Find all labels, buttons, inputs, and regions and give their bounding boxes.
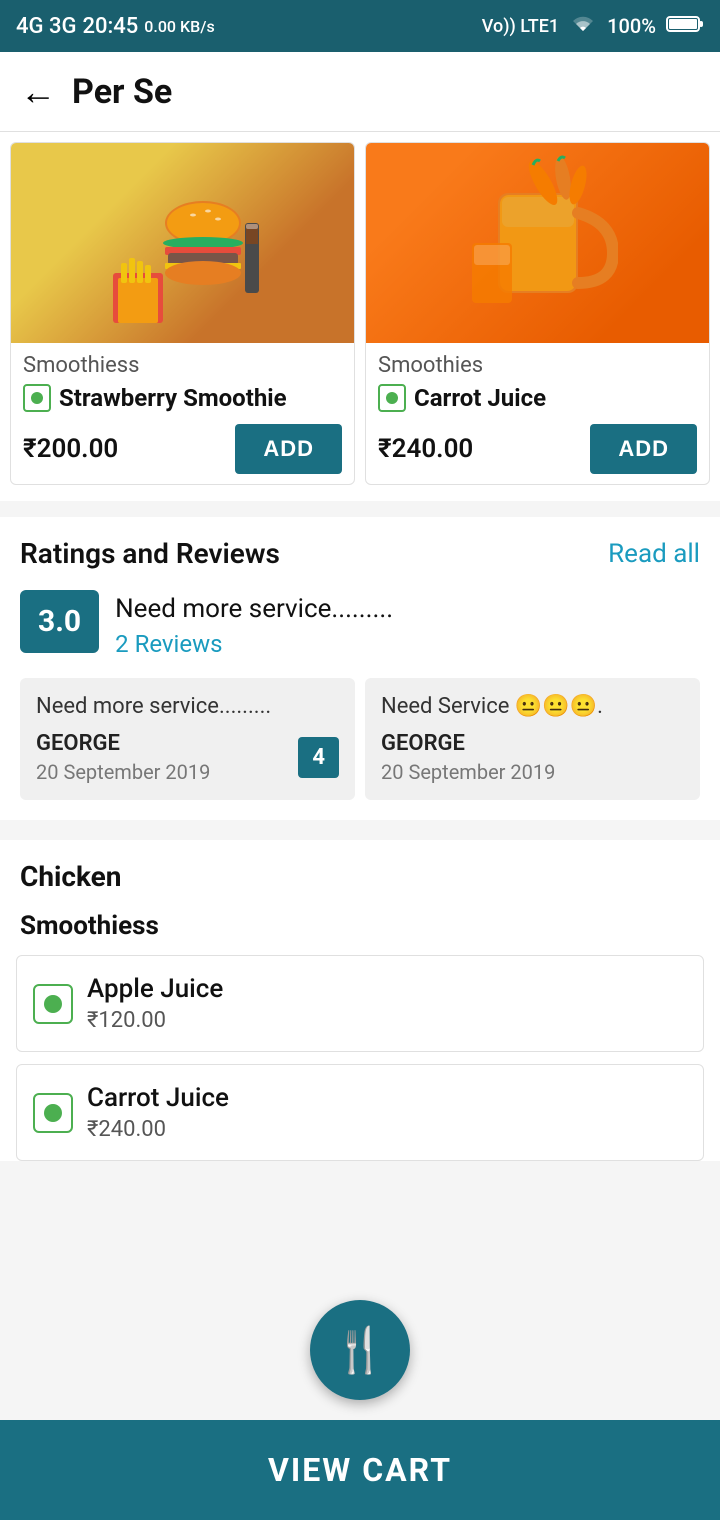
- review-cards-row: Need more service......... GEORGE 20 Sep…: [0, 678, 720, 820]
- menu-item-name-2: Carrot Juice: [87, 1083, 687, 1113]
- menu-veg-icon-2: [33, 1093, 73, 1133]
- card-name-row-2: Carrot Juice: [378, 384, 697, 412]
- battery-percent: 100%: [607, 14, 656, 38]
- review-author-row-2: GEORGE 20 September 2019: [381, 731, 684, 784]
- card-footer-1: ₹200.00 ADD: [23, 424, 342, 474]
- rating-score-badge: 3.0: [20, 590, 99, 653]
- card-category-1: Smoothiess: [23, 353, 342, 378]
- product-card-1: Smoothiess Strawberry Smoothie ₹200.00 A…: [10, 142, 355, 485]
- menu-item-price-2: ₹240.00: [87, 1117, 687, 1142]
- menu-category-section: Chicken Smoothiess Apple Juice ₹120.00 C…: [0, 840, 720, 1161]
- product-price-2: ₹240.00: [378, 434, 473, 464]
- review-count: 2 Reviews: [115, 630, 393, 658]
- wifi-icon: [569, 13, 597, 40]
- review-text-1: Need more service.........: [36, 694, 339, 719]
- review-author-info-1: GEORGE 20 September 2019: [36, 731, 210, 784]
- rating-summary: 3.0 Need more service......... 2 Reviews: [20, 590, 700, 658]
- ratings-section: Ratings and Reviews Read all 3.0 Need mo…: [0, 517, 720, 820]
- product-image-2: [366, 143, 709, 343]
- review-text-2: Need Service 😐😐😐.: [381, 694, 684, 719]
- status-right: Vo)) LTE1 100%: [482, 13, 704, 40]
- signal-lte: Vo)) LTE1: [482, 16, 559, 37]
- review-author-name-2: GEORGE: [381, 731, 555, 756]
- header: ← Per Se: [0, 52, 720, 132]
- fab-icon: 🍴: [333, 1324, 388, 1376]
- status-left: 4G 3G 20:45 0.00 KB/s: [16, 14, 215, 39]
- product-image-1: [11, 143, 354, 343]
- product-cards-row: Smoothiess Strawberry Smoothie ₹200.00 A…: [0, 132, 720, 501]
- status-bar: 4G 3G 20:45 0.00 KB/s Vo)) LTE1 100%: [0, 0, 720, 52]
- ratings-title: Ratings and Reviews: [20, 537, 280, 570]
- back-button[interactable]: ←: [20, 71, 56, 113]
- card-footer-2: ₹240.00 ADD: [378, 424, 697, 474]
- card-body-2: Smoothies Carrot Juice ₹240.00 ADD: [366, 343, 709, 484]
- menu-item-apple-juice[interactable]: Apple Juice ₹120.00: [16, 955, 704, 1052]
- review-date-2: 20 September 2019: [381, 760, 555, 784]
- add-button-1[interactable]: ADD: [235, 424, 342, 474]
- review-rating-1: 4: [298, 737, 339, 778]
- time: 20:45: [82, 14, 138, 39]
- card-body-1: Smoothiess Strawberry Smoothie ₹200.00 A…: [11, 343, 354, 484]
- menu-item-info-1: Apple Juice ₹120.00: [87, 974, 687, 1033]
- product-price-1: ₹200.00: [23, 434, 118, 464]
- veg-icon-1: [23, 384, 51, 412]
- subcategory-smoothiess-title: Smoothiess: [0, 897, 720, 955]
- menu-item-price-1: ₹120.00: [87, 1008, 687, 1033]
- category-chicken-title: Chicken: [0, 840, 720, 897]
- menu-veg-icon-1: [33, 984, 73, 1024]
- veg-dot-2: [386, 392, 398, 404]
- rating-info: Need more service......... 2 Reviews: [115, 590, 393, 658]
- fab-button[interactable]: 🍴: [310, 1300, 410, 1400]
- veg-icon-2: [378, 384, 406, 412]
- review-author-name-1: GEORGE: [36, 731, 210, 756]
- data-speed: 0.00 KB/s: [144, 17, 214, 36]
- product-name-1: Strawberry Smoothie: [59, 384, 287, 412]
- menu-veg-dot-2: [44, 1104, 62, 1122]
- review-author-info-2: GEORGE 20 September 2019: [381, 731, 555, 784]
- network-signal: 4G 3G: [16, 14, 76, 39]
- read-all-link[interactable]: Read all: [608, 539, 700, 569]
- review-card-1: Need more service......... GEORGE 20 Sep…: [20, 678, 355, 800]
- view-cart-label: VIEW CART: [268, 1451, 452, 1489]
- view-cart-bar[interactable]: VIEW CART: [0, 1420, 720, 1520]
- ratings-header: Ratings and Reviews Read all: [20, 537, 700, 570]
- bottom-space: [0, 1173, 720, 1273]
- section-divider: [0, 820, 720, 840]
- menu-item-info-2: Carrot Juice ₹240.00: [87, 1083, 687, 1142]
- add-button-2[interactable]: ADD: [590, 424, 697, 474]
- page-title: Per Se: [72, 72, 172, 112]
- review-date-1: 20 September 2019: [36, 760, 210, 784]
- product-name-2: Carrot Juice: [414, 384, 546, 412]
- veg-dot-1: [31, 392, 43, 404]
- menu-item-carrot-juice[interactable]: Carrot Juice ₹240.00: [16, 1064, 704, 1161]
- menu-veg-dot-1: [44, 995, 62, 1013]
- product-card-2: Smoothies Carrot Juice ₹240.00 ADD: [365, 142, 710, 485]
- menu-item-name-1: Apple Juice: [87, 974, 687, 1004]
- card-name-row-1: Strawberry Smoothie: [23, 384, 342, 412]
- review-card-2: Need Service 😐😐😐. GEORGE 20 September 20…: [365, 678, 700, 800]
- battery-icon: [666, 14, 704, 39]
- card-category-2: Smoothies: [378, 353, 697, 378]
- rating-summary-text: Need more service.........: [115, 594, 393, 624]
- review-author-row-1: GEORGE 20 September 2019 4: [36, 731, 339, 784]
